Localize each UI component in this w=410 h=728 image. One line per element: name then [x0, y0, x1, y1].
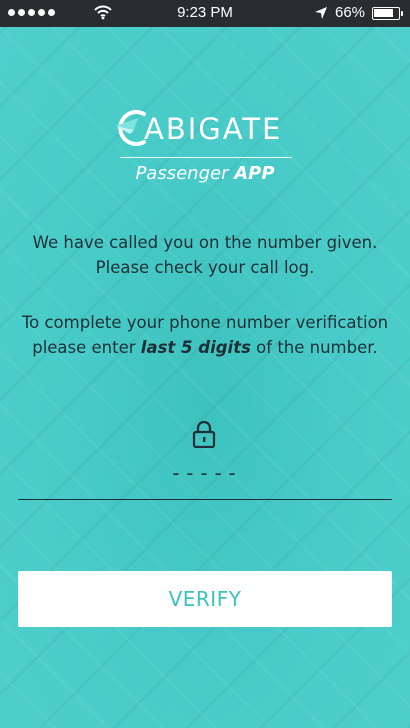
logo-text: ABIGATE: [144, 112, 283, 146]
app-subtitle: Passenger APP: [0, 163, 410, 184]
logo-underline: [120, 157, 292, 158]
lock-icon: [192, 420, 216, 452]
cabigate-logo: ABIGATE: [114, 104, 298, 154]
verification-instruction: To complete your phone number verificati…: [20, 310, 390, 360]
verify-button[interactable]: VERIFY: [18, 571, 392, 627]
status-bar: 9:23 PM 66%: [0, 0, 410, 27]
subtitle-bold: APP: [234, 163, 275, 184]
call-notice-line1: We have called you on the number given.: [32, 233, 378, 252]
call-notice: We have called you on the number given. …: [20, 230, 390, 280]
battery-icon: [372, 7, 403, 20]
instruction-tail: of the number.: [250, 338, 378, 357]
input-underline: [18, 499, 392, 500]
battery-percent: 66%: [335, 4, 366, 21]
location-arrow-icon: [314, 6, 328, 24]
verification-code-input[interactable]: [150, 458, 260, 488]
call-notice-line2: Please check your call log.: [95, 258, 315, 277]
subtitle-light: Passenger: [135, 163, 235, 184]
instruction-emphasis: last 5 digits: [140, 338, 251, 357]
